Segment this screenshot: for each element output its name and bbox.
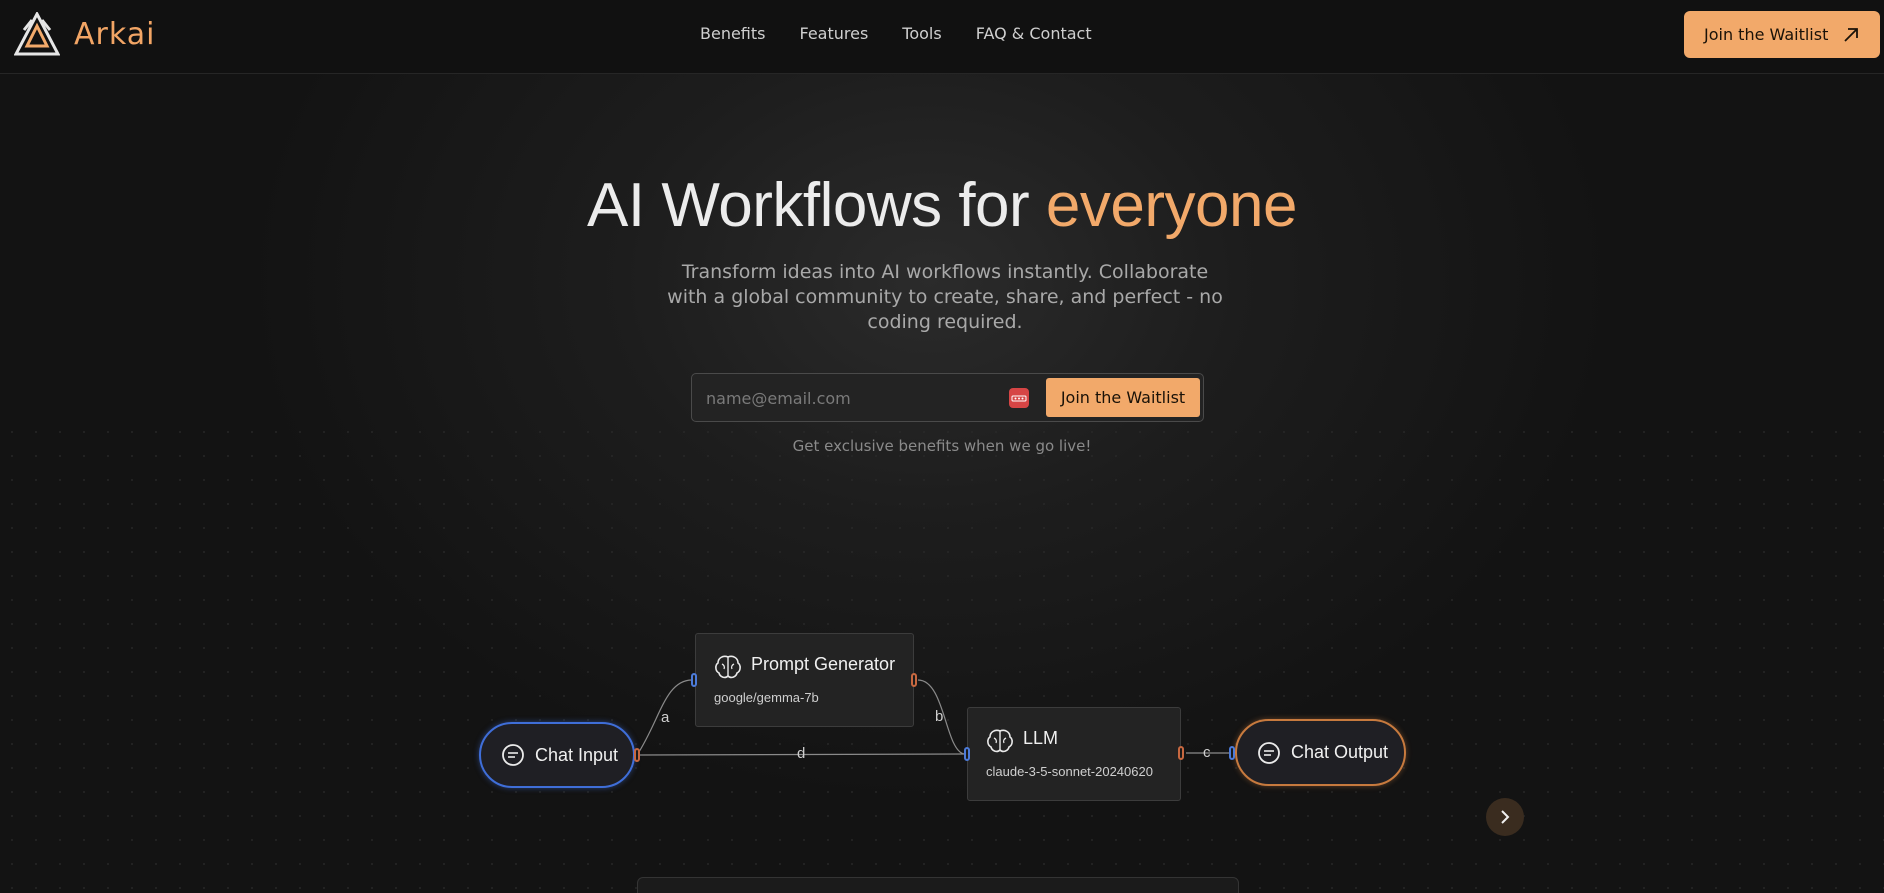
prompt-generator-title: Prompt Generator — [751, 654, 896, 674]
edge-label-d: d — [797, 745, 806, 762]
brand-name: Arkai — [74, 16, 156, 52]
hero-title-main: AI Workflows for — [587, 171, 1046, 240]
top-header: Arkai Benefits Features Tools FAQ & Cont… — [0, 0, 1884, 74]
chat-bubble-icon — [502, 744, 524, 766]
join-waitlist-submit-button[interactable]: Join the Waitlist — [1046, 378, 1200, 417]
nav-benefits[interactable]: Benefits — [700, 24, 766, 43]
hero-subtitle: Transform ideas into AI workflows instan… — [667, 261, 1223, 333]
page: Arkai Benefits Features Tools FAQ & Cont… — [0, 0, 1884, 893]
edge-label-c: c — [1203, 744, 1211, 761]
brain-icon — [715, 655, 741, 679]
prompt-generator-node[interactable]: Prompt Generator google/gemma-7b — [695, 633, 914, 727]
email-input[interactable] — [704, 384, 1008, 412]
llm-output-port[interactable] — [1178, 746, 1184, 760]
chat-bubble-icon — [1258, 741, 1280, 764]
hero-title: AI Workflows for everyone — [0, 170, 1884, 241]
bottom-panel-edge — [637, 877, 1239, 893]
waitlist-form: Join the Waitlist — [691, 373, 1204, 422]
brand-logo[interactable]: Arkai — [14, 12, 155, 56]
prompt-generator-output-port[interactable] — [911, 673, 917, 687]
edge-label-a: a — [661, 709, 670, 726]
chat-input-output-port[interactable] — [634, 748, 640, 762]
chevron-right-icon — [1501, 810, 1510, 824]
chat-output-input-port[interactable] — [1229, 746, 1235, 760]
chat-output-node[interactable]: Chat Output — [1235, 719, 1406, 786]
header-join-waitlist-button[interactable]: Join the Waitlist — [1684, 11, 1880, 58]
arrow-up-right-icon — [1844, 27, 1858, 42]
nav-tools[interactable]: Tools — [902, 24, 941, 43]
llm-input-port[interactable] — [964, 747, 970, 761]
edge-label-b: b — [935, 708, 944, 725]
arkai-logo-icon — [14, 12, 60, 56]
password-manager-icon[interactable] — [1009, 388, 1029, 408]
chat-output-label: Chat Output — [1291, 742, 1389, 762]
main-nav: Benefits Features Tools FAQ & Contact — [700, 24, 1092, 43]
header-join-waitlist-label: Join the Waitlist — [1704, 25, 1829, 44]
llm-title: LLM — [1023, 728, 1059, 748]
dots-icon — [1011, 395, 1027, 402]
nav-features[interactable]: Features — [800, 24, 869, 43]
prompt-generator-input-port[interactable] — [691, 673, 697, 687]
nav-faq-contact[interactable]: FAQ & Contact — [976, 24, 1092, 43]
brain-icon — [987, 729, 1013, 753]
llm-model: claude-3-5-sonnet-20240620 — [986, 764, 1153, 779]
llm-node[interactable]: LLM claude-3-5-sonnet-20240620 — [967, 707, 1181, 801]
dot-grid-background — [0, 420, 1884, 893]
prompt-generator-model: google/gemma-7b — [714, 690, 819, 705]
chat-input-node[interactable]: Chat Input — [479, 722, 635, 788]
hero-title-accent: everyone — [1045, 171, 1298, 240]
next-slide-button[interactable] — [1486, 798, 1524, 836]
waitlist-note: Get exclusive benefits when we go live! — [792, 437, 1092, 455]
chat-input-label: Chat Input — [535, 744, 619, 765]
